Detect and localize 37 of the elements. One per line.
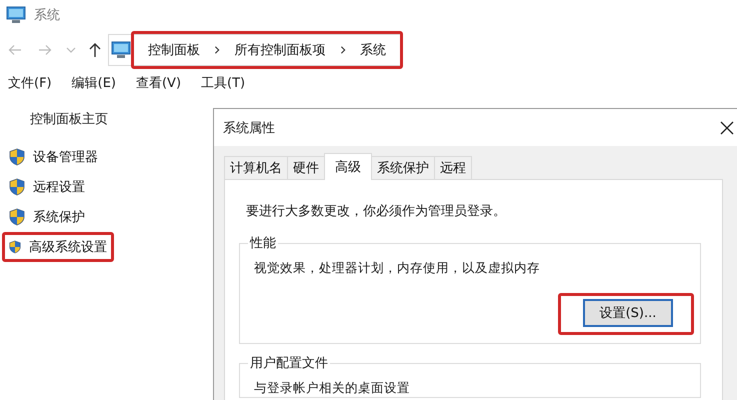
up-arrow-icon[interactable]: [88, 42, 102, 58]
tab[interactable]: 高级: [324, 153, 372, 180]
breadcrumb-item[interactable]: 系统: [360, 41, 386, 59]
shield-icon: [9, 238, 21, 256]
sidebar-link[interactable]: 系统保护: [2, 202, 114, 232]
window-title: 系统: [34, 7, 60, 24]
forward-arrow-icon[interactable]: [38, 44, 52, 56]
tab[interactable]: 计算机名: [224, 156, 288, 179]
chevron-icon: [340, 45, 346, 55]
menu-item[interactable]: 查看(V): [136, 74, 182, 92]
sidebar-link[interactable]: 远程设置: [2, 172, 114, 202]
admin-note: 要进行大多数更改，你必须作为管理员登录。: [245, 203, 507, 221]
settings-button[interactable]: 设置(S)...: [583, 299, 673, 327]
group-description: 与登录帐户相关的桌面设置: [254, 380, 411, 397]
monitor-icon: [111, 41, 131, 59]
shield-icon: [9, 178, 25, 196]
tab[interactable]: 远程: [434, 156, 472, 179]
shield-icon: [9, 148, 25, 166]
sidebar-link[interactable]: 高级系统设置: [2, 232, 114, 262]
shield-icon: [9, 208, 25, 226]
address-bar[interactable]: 控制面板 所有控制面板项 系统: [108, 34, 403, 66]
back-arrow-icon[interactable]: [8, 44, 22, 56]
menu-item[interactable]: 文件(F): [8, 74, 52, 92]
breadcrumb-item[interactable]: 所有控制面板项: [234, 41, 326, 59]
sidebar-link[interactable]: 设备管理器: [2, 142, 114, 172]
chevron-icon: [214, 45, 220, 55]
dialog-title: 系统属性: [223, 120, 275, 136]
menu-item[interactable]: 工具(T): [201, 74, 246, 92]
monitor-icon: [6, 6, 26, 24]
group-label: 性能: [248, 235, 277, 252]
breadcrumb-item[interactable]: 控制面板: [148, 41, 200, 59]
group-description: 视觉效果，处理器计划，内存使用，以及虚拟内存: [254, 260, 541, 277]
close-icon[interactable]: [720, 120, 734, 134]
menu-item[interactable]: 编辑(E): [72, 74, 116, 92]
group-label: 用户配置文件: [249, 355, 329, 372]
dropdown-icon[interactable]: [66, 47, 76, 53]
sidebar-link[interactable]: 控制面板主页: [30, 110, 108, 128]
